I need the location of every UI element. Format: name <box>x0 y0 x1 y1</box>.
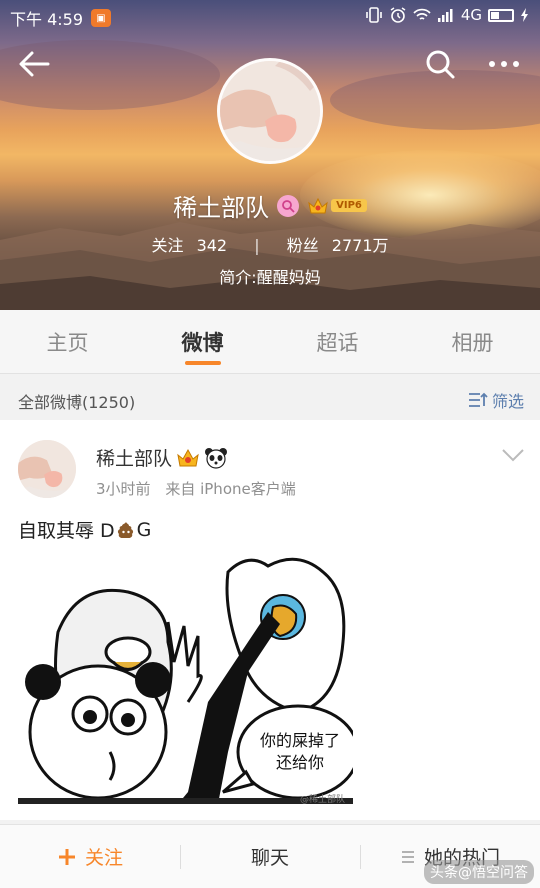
filter-icon <box>468 392 488 407</box>
back-arrow-icon[interactable] <box>14 44 54 84</box>
wifi-icon <box>413 8 431 20</box>
crown-icon <box>308 197 328 213</box>
follow-button-label: 关注 <box>84 847 123 869</box>
fans-label: 粉丝 <box>286 236 319 255</box>
image-watermark: @稀土部队 <box>300 795 346 805</box>
chat-button[interactable]: 聊天 <box>180 825 360 888</box>
follow-label: 关注 <box>151 236 184 255</box>
follow-stat[interactable]: 关注 342 <box>147 236 231 255</box>
weibo-post[interactable]: 稀土部队 3小时前 来自 iPhone客户端 自取其辱 D G 你的屎掉了 还给… <box>0 420 540 820</box>
fans-stat[interactable]: 粉丝 2771万 <box>283 236 393 255</box>
plus-icon <box>58 848 75 865</box>
profile-avatar[interactable] <box>217 58 323 164</box>
tab-album[interactable]: 相册 <box>405 310 540 373</box>
status-bar: 下午 4:59 ▣ 4G <box>0 0 540 32</box>
vibrate-icon <box>366 7 382 23</box>
chevron-down-icon[interactable] <box>500 446 526 464</box>
follow-count: 342 <box>196 236 228 255</box>
signal-icon <box>437 9 453 22</box>
profile-header: 下午 4:59 ▣ 4G 稀土部队 VIP6 关注 342 | 粉丝 2771万… <box>0 0 540 310</box>
tab-super-topic[interactable]: 超话 <box>270 310 405 373</box>
network-type: 4G <box>460 6 482 24</box>
vip-crown-icon <box>177 448 199 466</box>
chat-button-label: 聊天 <box>250 847 289 869</box>
more-dots-icon[interactable] <box>482 44 526 84</box>
stats-divider: | <box>254 236 260 255</box>
tab-home[interactable]: 主页 <box>0 310 135 373</box>
filter-row: 全部微博(1250) 筛选 <box>0 380 540 418</box>
female-icon <box>277 194 300 217</box>
charging-icon <box>521 8 528 22</box>
filter-button[interactable]: 筛选 <box>468 388 524 412</box>
tab-weibo[interactable]: 微博 <box>135 310 270 373</box>
profile-name-row: 稀土部队 VIP6 <box>0 188 540 223</box>
vip-level: VIP6 <box>331 199 367 212</box>
profile-stats: 关注 342 | 粉丝 2771万 <box>0 232 540 256</box>
search-icon[interactable] <box>420 44 460 84</box>
profile-bio: 简介:醒醒妈妈 <box>219 268 321 287</box>
alarm-icon <box>390 7 406 23</box>
post-author[interactable]: 稀土部队 <box>96 444 172 471</box>
fans-count: 2771万 <box>331 236 389 255</box>
profile-name: 稀土部队 <box>173 194 270 222</box>
profile-page: 下午 4:59 ▣ 4G 稀土部队 VIP6 关注 342 | 粉丝 2771万… <box>0 0 540 888</box>
meme-caption-line1: 你的屎掉了 <box>259 731 340 750</box>
battery-icon <box>488 8 514 22</box>
filter-label: 筛选 <box>491 392 524 411</box>
profile-tabs: 主页 微博 超话 相册 <box>0 310 540 374</box>
post-author-row: 稀土部队 <box>96 444 228 471</box>
post-meta: 3小时前 来自 iPhone客户端 <box>96 478 296 499</box>
vip-badge[interactable]: VIP6 <box>307 197 367 215</box>
poop-emoji-icon <box>117 521 133 538</box>
status-time: 下午 4:59 <box>10 10 84 29</box>
post-source: 来自 iPhone客户端 <box>165 480 296 498</box>
panda-icon <box>205 447 228 469</box>
meme-caption-line2: 还给你 <box>275 753 324 772</box>
follow-button[interactable]: 关注 <box>0 825 180 888</box>
bottom-action-bar: 关注 聊天 她的热门 头条@悟空问答 <box>0 824 540 888</box>
meme-caption: 你的屎掉了 还给你 <box>250 730 350 774</box>
weibo-count: 全部微博(1250) <box>18 393 136 412</box>
post-text: 自取其辱 D G <box>18 516 151 543</box>
source-watermark: 头条@悟空问答 <box>424 860 534 884</box>
post-time: 3小时前 <box>96 480 151 498</box>
post-text-start: 自取其辱 D <box>18 520 115 542</box>
menu-lines-icon <box>401 850 414 863</box>
post-text-end: G <box>136 518 152 541</box>
post-avatar[interactable] <box>18 440 76 498</box>
notification-icon: ▣ <box>91 9 112 27</box>
